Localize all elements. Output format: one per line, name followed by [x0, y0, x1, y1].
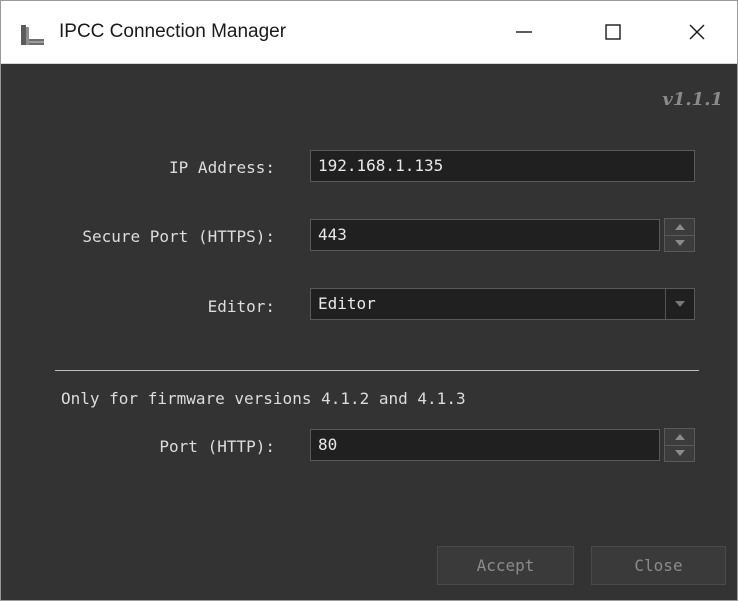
secure-port-decrement-button[interactable]: [665, 235, 694, 251]
minimize-icon: [516, 31, 532, 33]
editor-dropdown-button[interactable]: [665, 289, 694, 319]
close-icon: [689, 24, 705, 40]
editor-label: Editor:: [207, 297, 275, 316]
accept-button[interactable]: Accept: [437, 546, 574, 585]
maximize-icon: [605, 24, 621, 40]
secure-port-stepper[interactable]: [664, 218, 695, 252]
secure-port-label: Secure Port (HTTPS):: [82, 227, 275, 246]
secure-port-increment-button[interactable]: [665, 219, 694, 236]
ip-address-label: IP Address:: [169, 158, 275, 177]
chevron-up-icon: [674, 224, 685, 230]
http-port-decrement-button[interactable]: [665, 445, 694, 461]
chevron-down-icon: [674, 240, 685, 246]
minimize-button[interactable]: [482, 1, 566, 63]
http-port-label: Port (HTTP):: [159, 437, 275, 456]
firmware-note: Only for firmware versions 4.1.2 and 4.1…: [61, 389, 466, 408]
chevron-down-icon: [675, 301, 685, 307]
section-divider: [55, 370, 699, 371]
http-port-input[interactable]: 80: [310, 429, 660, 461]
maximize-button[interactable]: [571, 1, 655, 63]
ip-address-input[interactable]: 192.168.1.135: [310, 150, 695, 182]
close-button[interactable]: Close: [591, 546, 726, 585]
chevron-up-icon: [674, 434, 685, 440]
connection-manager-window: IPCC Connection Manager v1.1.1 IP Addres…: [0, 0, 738, 601]
window-title: IPCC Connection Manager: [59, 21, 287, 42]
version-label: v1.1.1: [662, 89, 723, 110]
http-port-increment-button[interactable]: [665, 429, 694, 446]
chevron-down-icon: [674, 450, 685, 456]
http-port-stepper[interactable]: [664, 428, 695, 462]
editor-select[interactable]: Editor: [310, 288, 695, 320]
app-icon: [19, 23, 47, 47]
title-bar[interactable]: IPCC Connection Manager: [1, 1, 737, 64]
secure-port-input[interactable]: 443: [310, 219, 660, 251]
close-window-button[interactable]: [655, 1, 738, 63]
editor-select-value: Editor: [318, 294, 376, 313]
